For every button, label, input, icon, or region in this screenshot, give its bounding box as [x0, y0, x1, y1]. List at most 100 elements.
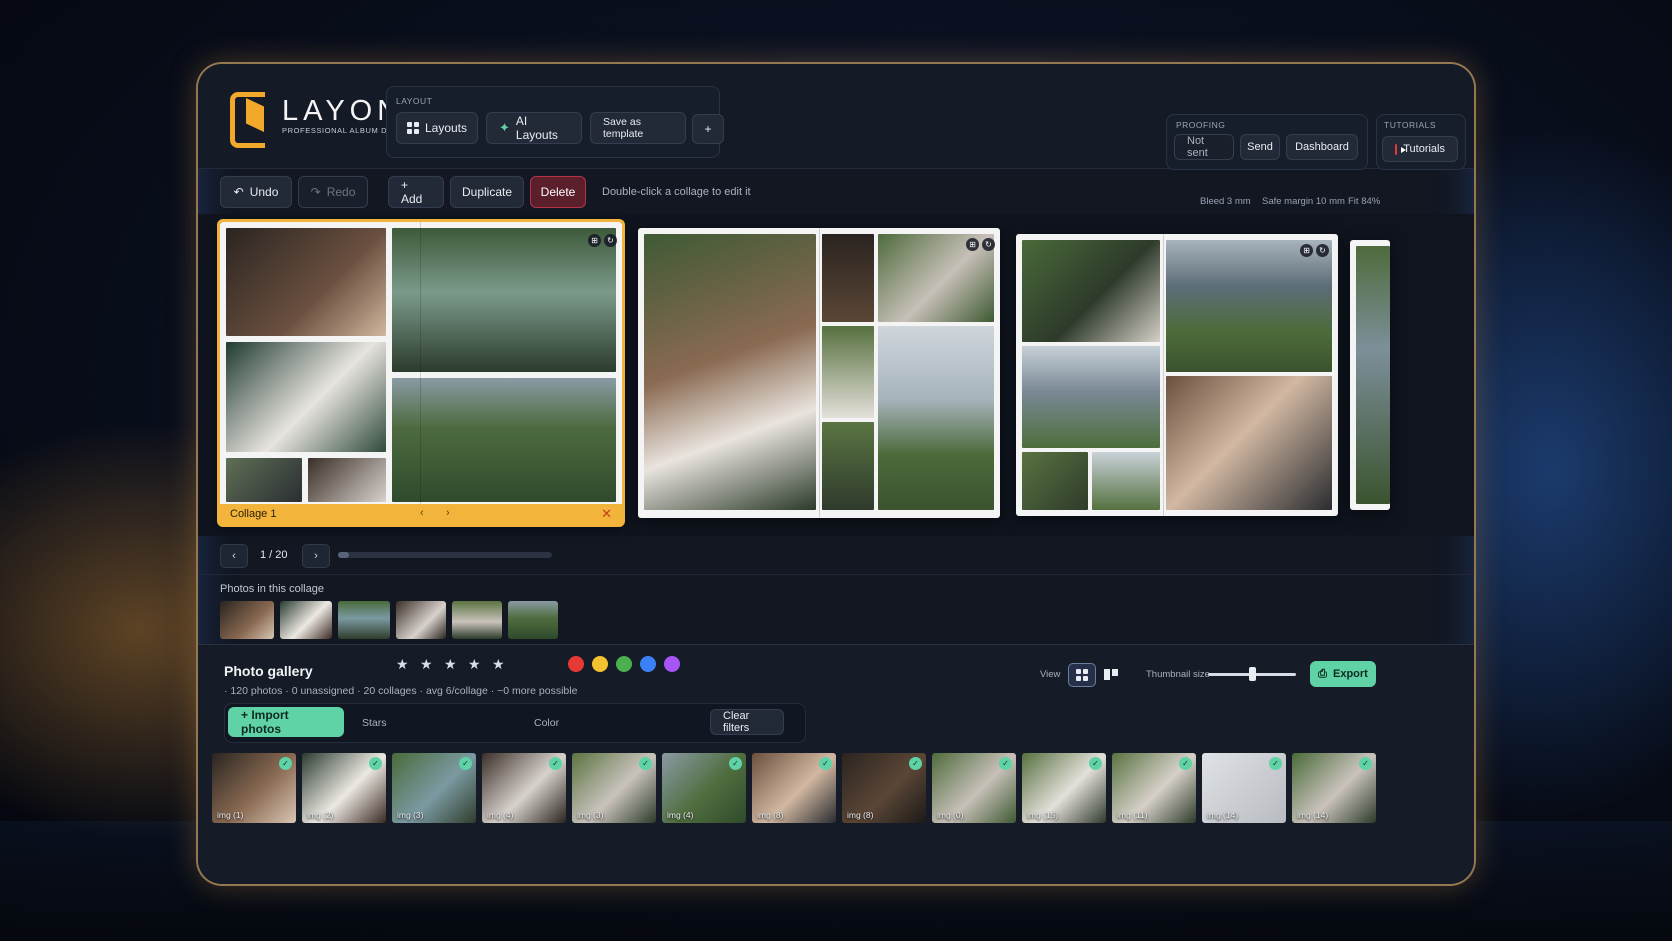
ai-layouts-button[interactable]: ✦ AI Layouts [486, 112, 582, 144]
gallery-photo-label: img (0) [937, 810, 964, 820]
next-page-button[interactable]: › [302, 544, 330, 568]
gallery-stats: · 120 photos · 0 unassigned · 20 collage… [224, 685, 578, 697]
fit-zoom-info: Fit 84% [1348, 196, 1381, 207]
redo-button[interactable]: ↷ Redo [298, 176, 368, 208]
collage-prev-icon[interactable]: ‹ [420, 507, 424, 519]
star-filter-icon[interactable]: ★ [492, 656, 505, 673]
star-filter-icon[interactable]: ★ [420, 656, 433, 673]
gallery-photo-thumb[interactable]: ✓ img (4) [482, 753, 566, 823]
photo-slot[interactable] [392, 228, 616, 372]
gallery-photo-label: img (4) [667, 810, 694, 820]
color-filter-dot[interactable] [592, 656, 608, 672]
photo-slot[interactable] [1022, 240, 1160, 342]
collage-next-icon[interactable]: › [446, 507, 450, 519]
rotate-icon[interactable]: ↻ [982, 238, 995, 251]
import-photos-button[interactable]: + Import photos [228, 707, 344, 737]
gallery-photo-thumb[interactable]: ✓ img (8) [842, 753, 926, 823]
gallery-photo-label: img (14) [1297, 810, 1329, 820]
star-filter-icon[interactable]: ★ [468, 656, 481, 673]
gallery-photo-thumb[interactable]: ✓ img (8) [752, 753, 836, 823]
gallery-photo-label: img (2) [307, 810, 334, 820]
dashboard-button[interactable]: Dashboard [1286, 134, 1358, 160]
photo-slot[interactable] [644, 234, 816, 510]
gallery-photo-thumb[interactable]: ✓ img (15) [1022, 753, 1106, 823]
color-filter-dot[interactable] [616, 656, 632, 672]
collage-photo-thumb[interactable] [338, 601, 390, 639]
duplicate-button[interactable]: Duplicate [450, 176, 524, 208]
collage-spread-1[interactable]: ⊞ ↻ Collage 1 ‹ › ✕ [217, 219, 625, 527]
layouts-button[interactable]: Layouts [396, 112, 478, 144]
gallery-photo-thumb[interactable]: ✓ img (0) [932, 753, 1016, 823]
stars-label: Stars [362, 717, 387, 729]
gallery-photo-thumb[interactable]: ✓ img (2) [302, 753, 386, 823]
color-filter-dot[interactable] [640, 656, 656, 672]
gallery-photo-thumb[interactable]: ✓ img (3) [572, 753, 656, 823]
photo-slot[interactable] [1356, 246, 1390, 504]
photo-slot[interactable] [1092, 452, 1160, 510]
collage-photos-strip: Photos in this collage [198, 574, 1474, 645]
collage-photo-thumb[interactable] [280, 601, 332, 639]
photo-slot[interactable] [822, 326, 874, 418]
photo-slot[interactable] [878, 326, 994, 510]
photo-slot[interactable] [1166, 240, 1332, 372]
color-filter-dot[interactable] [568, 656, 584, 672]
masonry-view-button[interactable] [1098, 663, 1124, 685]
collage-photo-thumb[interactable] [452, 601, 502, 639]
photo-slot[interactable] [822, 234, 874, 322]
gallery-photo-thumb[interactable]: ✓ img (1) [212, 753, 296, 823]
rotate-icon[interactable]: ↻ [604, 234, 617, 247]
export-button[interactable]: ⎙ Export [1310, 661, 1376, 687]
page-scroll-bar[interactable] [338, 552, 552, 558]
gallery-photo-thumb[interactable]: ✓ img (14) [1292, 753, 1376, 823]
send-button[interactable]: Send [1240, 134, 1280, 160]
collage-spread-3[interactable]: ⊞ ↻ [1016, 234, 1338, 516]
safe-margin-info: Safe margin 10 mm [1262, 196, 1345, 207]
assigned-check-icon: ✓ [999, 757, 1012, 770]
gallery-title: Photo gallery [224, 663, 313, 679]
photo-slot[interactable] [226, 342, 386, 452]
gallery-photo-label: img (11) [1117, 810, 1148, 820]
rotate-icon[interactable]: ↻ [1316, 244, 1329, 257]
tutorials-button[interactable]: Tutorials [1382, 136, 1458, 162]
photo-slot[interactable] [392, 378, 616, 502]
photo-slot[interactable] [1022, 452, 1088, 510]
add-layout-button[interactable]: + [692, 114, 724, 144]
delete-button[interactable]: Delete [530, 176, 586, 208]
star-filter-icon[interactable]: ★ [396, 656, 409, 673]
grid-view-button[interactable] [1068, 663, 1096, 687]
gallery-photo-thumb[interactable]: ✓ img (4) [662, 753, 746, 823]
photo-slot[interactable] [226, 458, 302, 502]
undo-button[interactable]: ↶ Undo [220, 176, 292, 208]
layout-grid-icon[interactable]: ⊞ [966, 238, 979, 251]
star-filter-icon[interactable]: ★ [444, 656, 457, 673]
gallery-photo-thumb[interactable]: ✓ img (3) [392, 753, 476, 823]
close-icon[interactable]: ✕ [601, 506, 612, 522]
collage-photos-label: Photos in this collage [220, 583, 324, 595]
top-bar: LAYON PROFESSIONAL ALBUM DESIGN LAYOUT L… [198, 64, 1474, 170]
thumbnail-size-slider-knob[interactable] [1249, 667, 1256, 681]
assigned-check-icon: ✓ [369, 757, 382, 770]
collage-photo-thumb[interactable] [220, 601, 274, 639]
gallery-photo-thumb[interactable]: ✓ img (11) [1112, 753, 1196, 823]
photo-slot[interactable] [822, 422, 874, 510]
gallery-photo-thumb[interactable]: ✓ img (14) [1202, 753, 1286, 823]
photo-slot[interactable] [1166, 376, 1332, 510]
photo-slot[interactable] [226, 228, 386, 336]
clear-filters-button[interactable]: Clear filters [710, 709, 784, 735]
layout-grid-icon[interactable]: ⊞ [588, 234, 601, 247]
save-as-template-button[interactable]: Save as template [590, 112, 686, 144]
thumbnail-size-label: Thumbnail size [1146, 669, 1210, 680]
view-label: View [1040, 669, 1061, 680]
photo-slot[interactable] [1022, 346, 1160, 448]
photo-slot[interactable] [308, 458, 386, 502]
collage-spread-4[interactable] [1350, 240, 1390, 510]
add-collage-button[interactable]: + Add [388, 176, 444, 208]
color-filter-dot[interactable] [664, 656, 680, 672]
collage-photo-thumb[interactable] [508, 601, 558, 639]
prev-page-button[interactable]: ‹ [220, 544, 248, 568]
collage-spread-2[interactable]: ⊞ ↻ [638, 228, 1000, 518]
edit-hint: Double-click a collage to edit it [602, 186, 751, 198]
grid-icon [406, 122, 419, 134]
layout-grid-icon[interactable]: ⊞ [1300, 244, 1313, 257]
collage-photo-thumb[interactable] [396, 601, 446, 639]
